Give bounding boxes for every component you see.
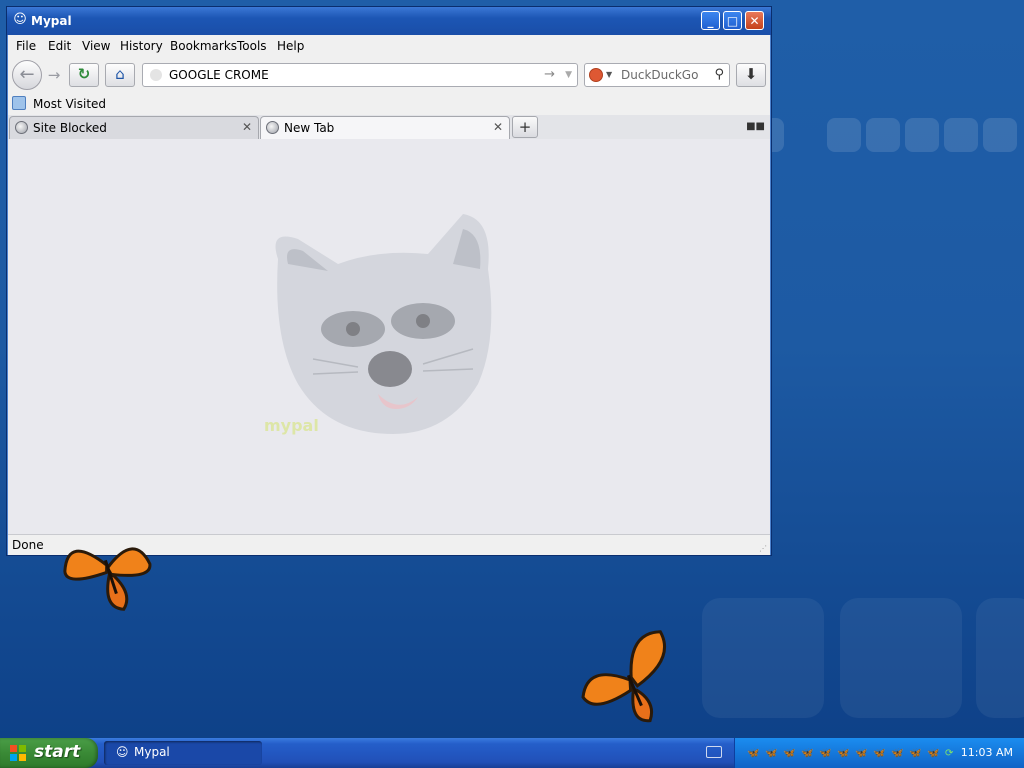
- start-button[interactable]: start: [0, 738, 98, 768]
- desktop-decoration: [976, 598, 1024, 718]
- search-engine-dropdown-icon[interactable]: ▼: [606, 70, 612, 79]
- globe-icon: [15, 121, 28, 134]
- back-icon: ←: [19, 64, 35, 85]
- menu-history[interactable]: History: [120, 39, 163, 53]
- list-all-tabs-icon[interactable]: ■■: [746, 121, 765, 132]
- desktop-decoration: [944, 118, 978, 152]
- tray-butterfly-icon[interactable]: 🦋: [747, 748, 759, 759]
- clock[interactable]: 11:03 AM: [961, 746, 1013, 759]
- new-tab-button[interactable]: +: [512, 116, 538, 138]
- tray-butterfly-icon[interactable]: 🦋: [783, 748, 795, 759]
- url-dropdown-icon[interactable]: ▼: [565, 70, 572, 80]
- raccoon-logo-image: mypal: [264, 214, 492, 435]
- forward-button[interactable]: →: [44, 66, 64, 84]
- forward-icon: →: [47, 66, 61, 84]
- reload-icon: ↻: [77, 65, 91, 83]
- url-bar[interactable]: GOOGLE CROME → ▼: [142, 63, 578, 87]
- most-visited-bookmark[interactable]: Most Visited: [33, 97, 106, 111]
- start-label: start: [34, 742, 81, 762]
- menu-help[interactable]: Help: [277, 39, 304, 53]
- download-icon: ⬇: [744, 65, 758, 83]
- app-icon: ☺: [13, 12, 27, 27]
- most-visited-icon: [12, 96, 26, 110]
- system-tray: 🦋 🦋 🦋 🦋 🦋 🦋 🦋 🦋 🦋 🦋 🦋 ⟳ 11:03 AM: [734, 738, 1024, 768]
- title-bar[interactable]: ☺ Mypal _ □ ✕: [7, 7, 771, 35]
- keyboard-icon[interactable]: [706, 746, 722, 758]
- maximize-button[interactable]: □: [723, 11, 742, 30]
- desktop-decoration: [702, 598, 824, 718]
- desktop-decoration: [840, 598, 962, 718]
- tray-butterfly-icon[interactable]: 🦋: [891, 748, 903, 759]
- taskbar: start ☺ Mypal 🦋 🦋 🦋 🦋 🦋 🦋 🦋 🦋 🦋 🦋 🦋 ⟳ 11…: [0, 738, 1024, 768]
- close-icon: ✕: [749, 14, 760, 28]
- minimize-button[interactable]: _: [701, 11, 720, 30]
- butterfly-decoration: [581, 630, 666, 723]
- tray-butterfly-icon[interactable]: 🦋: [855, 748, 867, 759]
- tray-butterfly-icon[interactable]: 🦋: [765, 748, 777, 759]
- back-button[interactable]: ←: [12, 60, 42, 90]
- desktop-decoration: [905, 118, 939, 152]
- tray-butterfly-icon[interactable]: 🦋: [837, 748, 849, 759]
- resize-grip-icon[interactable]: ⋰: [759, 544, 767, 553]
- page-content: mypal: [8, 139, 770, 534]
- tab-label: Site Blocked: [33, 121, 107, 135]
- tray-butterfly-icon[interactable]: 🦋: [909, 748, 921, 759]
- go-arrow-icon[interactable]: →: [544, 67, 555, 82]
- search-input[interactable]: DuckDuckGo: [621, 68, 698, 82]
- tray-butterfly-icon[interactable]: 🦋: [927, 748, 939, 759]
- menu-bar: File Edit View History Bookmarks Tools H…: [8, 35, 770, 57]
- reload-button[interactable]: ↻: [69, 63, 99, 87]
- duckduckgo-icon[interactable]: [589, 68, 603, 82]
- tray-butterfly-icon[interactable]: 🦋: [801, 748, 813, 759]
- menu-edit[interactable]: Edit: [48, 39, 71, 53]
- globe-icon: [266, 121, 279, 134]
- status-text: Done: [12, 538, 44, 552]
- desktop-decoration: [827, 118, 861, 152]
- tab-strip: Site Blocked ✕ New Tab ✕ + ■■: [8, 115, 770, 140]
- app-icon: ☺: [116, 745, 129, 759]
- tab-label: New Tab: [284, 121, 335, 135]
- navigation-toolbar: ← → ↻ ⌂ GOOGLE CROME → ▼ ▼ DuckDuckGo ⚲ …: [8, 57, 770, 93]
- windows-logo-icon: [10, 745, 26, 761]
- close-button[interactable]: ✕: [745, 11, 764, 30]
- desktop-decoration: [983, 118, 1017, 152]
- update-icon[interactable]: ⟳: [945, 748, 953, 759]
- bookmarks-toolbar: Most Visited: [8, 93, 770, 115]
- minimize-icon: _: [707, 14, 714, 28]
- maximize-icon: □: [726, 14, 739, 28]
- window-title: Mypal: [31, 14, 72, 28]
- menu-tools[interactable]: Tools: [237, 39, 267, 53]
- download-button[interactable]: ⬇: [736, 63, 766, 87]
- svg-text:mypal: mypal: [264, 416, 319, 435]
- url-input[interactable]: GOOGLE CROME: [169, 68, 269, 82]
- new-tab-icon: +: [518, 118, 532, 136]
- site-identity-icon: [150, 69, 162, 81]
- taskbar-item-mypal[interactable]: ☺ Mypal: [104, 741, 262, 765]
- tab-new-tab[interactable]: New Tab ✕: [260, 116, 510, 140]
- home-button[interactable]: ⌂: [105, 63, 135, 87]
- menu-view[interactable]: View: [82, 39, 110, 53]
- tray-butterfly-icon[interactable]: 🦋: [819, 748, 831, 759]
- search-bar[interactable]: ▼ DuckDuckGo ⚲: [584, 63, 730, 87]
- menu-file[interactable]: File: [16, 39, 36, 53]
- close-tab-icon[interactable]: ✕: [242, 120, 252, 134]
- browser-window: ☺ Mypal _ □ ✕ File Edit View History Boo…: [6, 6, 772, 556]
- close-tab-icon[interactable]: ✕: [493, 120, 503, 134]
- search-magnifier-icon[interactable]: ⚲: [714, 67, 724, 82]
- butterfly-decoration: [63, 547, 152, 611]
- tray-butterfly-icon[interactable]: 🦋: [873, 748, 885, 759]
- menu-bookmarks[interactable]: Bookmarks: [170, 39, 237, 53]
- tab-site-blocked[interactable]: Site Blocked ✕: [9, 116, 259, 139]
- desktop-decoration: [866, 118, 900, 152]
- taskbar-item-label: Mypal: [134, 745, 170, 759]
- home-icon: ⌂: [115, 65, 125, 83]
